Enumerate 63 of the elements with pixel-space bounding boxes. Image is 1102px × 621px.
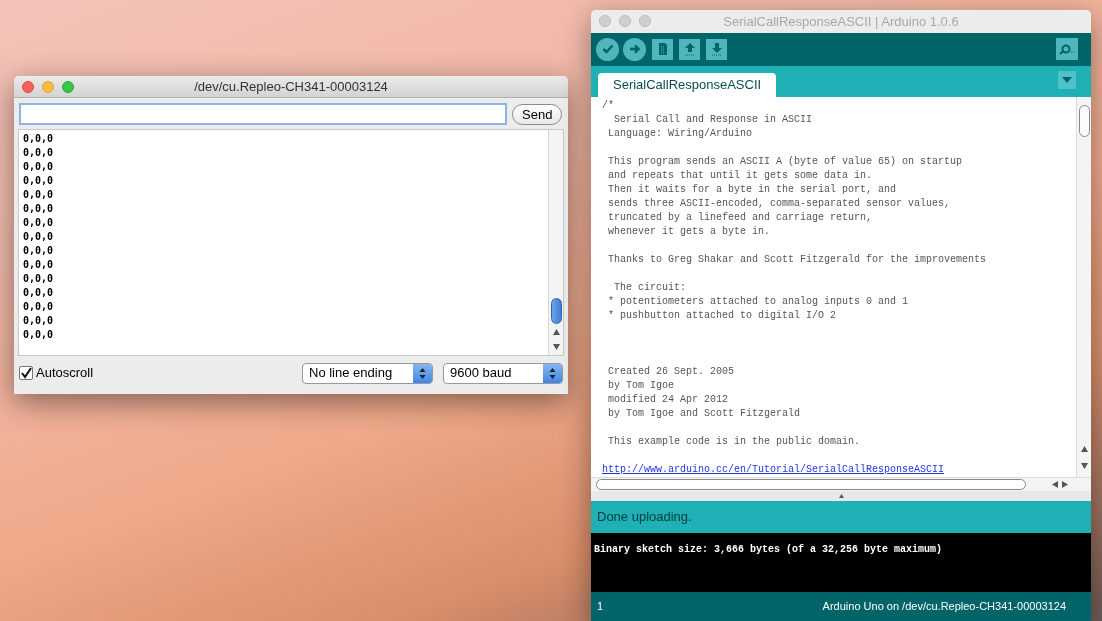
upload-button[interactable] xyxy=(623,37,646,61)
output-line: 0,0,0 xyxy=(23,216,54,230)
splitter-handle[interactable] xyxy=(591,490,1091,501)
output-line: 0,0,0 xyxy=(23,286,54,300)
serial-monitor-button[interactable] xyxy=(1056,38,1078,61)
output-line: 0,0,0 xyxy=(23,202,54,216)
scroll-thumb[interactable] xyxy=(1079,104,1090,137)
output-line: 0,0,0 xyxy=(23,272,54,286)
output-line: 0,0,0 xyxy=(23,230,54,244)
close-button[interactable] xyxy=(599,15,611,27)
scroll-down-arrow-icon[interactable] xyxy=(553,344,560,350)
dropdown-arrows-icon xyxy=(543,363,562,383)
output-line: 0,0,0 xyxy=(23,132,54,146)
sketch-tab[interactable]: SerialCallResponseASCII xyxy=(598,72,777,97)
tutorial-link[interactable]: http://www.arduino.cc/en/Tutorial/SerialCallResponseASCII xyxy=(602,462,945,477)
send-button[interactable]: Send xyxy=(512,103,563,125)
autoscroll-label: Autoscroll xyxy=(36,364,94,383)
line-ending-value: No line ending xyxy=(308,364,394,383)
output-line: 0,0,0 xyxy=(23,314,54,328)
zoom-button[interactable] xyxy=(639,15,651,27)
dropdown-arrows-icon xyxy=(413,363,432,383)
output-line: 0,0,0 xyxy=(23,244,54,258)
board-port-label: Arduino Uno on /dev/cu.Repleo-CH341-00003124 xyxy=(822,599,1066,615)
scroll-left-arrow-icon[interactable] xyxy=(1052,480,1058,488)
vertical-scrollbar[interactable] xyxy=(548,130,563,355)
tab-menu-button[interactable] xyxy=(1058,70,1076,89)
line-number: 1 xyxy=(597,599,604,615)
zoom-button[interactable] xyxy=(62,81,74,93)
message-input[interactable] xyxy=(19,103,507,125)
scroll-down-arrow-icon[interactable] xyxy=(1081,462,1088,469)
scroll-right-arrow-icon[interactable] xyxy=(1062,480,1068,488)
window-title: /dev/cu.Repleo-CH341-00003124 xyxy=(194,77,388,96)
new-button[interactable] xyxy=(652,38,673,60)
scroll-thumb[interactable] xyxy=(551,298,562,324)
output-line: 0,0,0 xyxy=(23,174,54,188)
baud-rate-value: 9600 baud xyxy=(449,364,513,383)
checkmark-icon xyxy=(20,367,32,379)
output-line: 0,0,0 xyxy=(23,160,54,174)
output-line: 0,0,0 xyxy=(23,188,54,202)
verify-button[interactable] xyxy=(596,37,619,61)
minimize-button[interactable] xyxy=(42,81,54,93)
line-ending-dropdown[interactable]: No line ending xyxy=(302,362,433,384)
autoscroll-checkbox[interactable] xyxy=(19,366,33,380)
save-button[interactable] xyxy=(706,38,727,60)
output-line: 0,0,0 xyxy=(23,328,54,342)
grip-icon xyxy=(838,493,844,498)
output-line: 0,0,0 xyxy=(23,258,54,272)
minimize-button[interactable] xyxy=(619,15,631,27)
dropdown-triangle-icon xyxy=(1062,76,1072,83)
scroll-up-arrow-icon[interactable] xyxy=(1081,445,1088,452)
baud-rate-dropdown[interactable]: 9600 baud xyxy=(443,362,563,384)
magnifier-icon xyxy=(1059,43,1075,56)
scroll-thumb[interactable] xyxy=(596,478,1026,490)
close-button[interactable] xyxy=(22,81,34,93)
scroll-up-arrow-icon[interactable] xyxy=(553,329,560,335)
window-title: SerialCallResponseASCII | Arduino 1.0.6 xyxy=(723,12,959,31)
open-button[interactable] xyxy=(679,38,700,60)
code-text: /* Serial Call and Response in ASCII Language: Wiring/Arduino This program sends an ASCII A (byte of value 65) on startup and repeats that until it gets some data in. Then it waits for a byte in the serial port, and sends three ASCII-encoded, comma-separated sensor values, truncated by a linefeed and carriage return, whenever it gets a byte in. Thanks to Greg Shakar and Scott Fitzgerald for the improvements The circuit: * potentiometers attached to analog inputs 0 and 1 * pushbutton attached to digital I/O 2 Created 26 Sept. 2005 by Tom Igoe modified 24 Apr 2012 by Tom Igoe and Scott Fitzgerald This example code is in the public domain. xyxy=(602,98,988,449)
output-line: 0,0,0 xyxy=(23,146,54,160)
vertical-scrollbar[interactable] xyxy=(1076,96,1091,477)
output-line: 0,0,0 xyxy=(23,300,54,314)
console-text: Binary sketch size: 3,666 bytes (of a 32,256 byte maximum) xyxy=(594,544,943,556)
status-message: Done uploading. xyxy=(597,508,692,527)
